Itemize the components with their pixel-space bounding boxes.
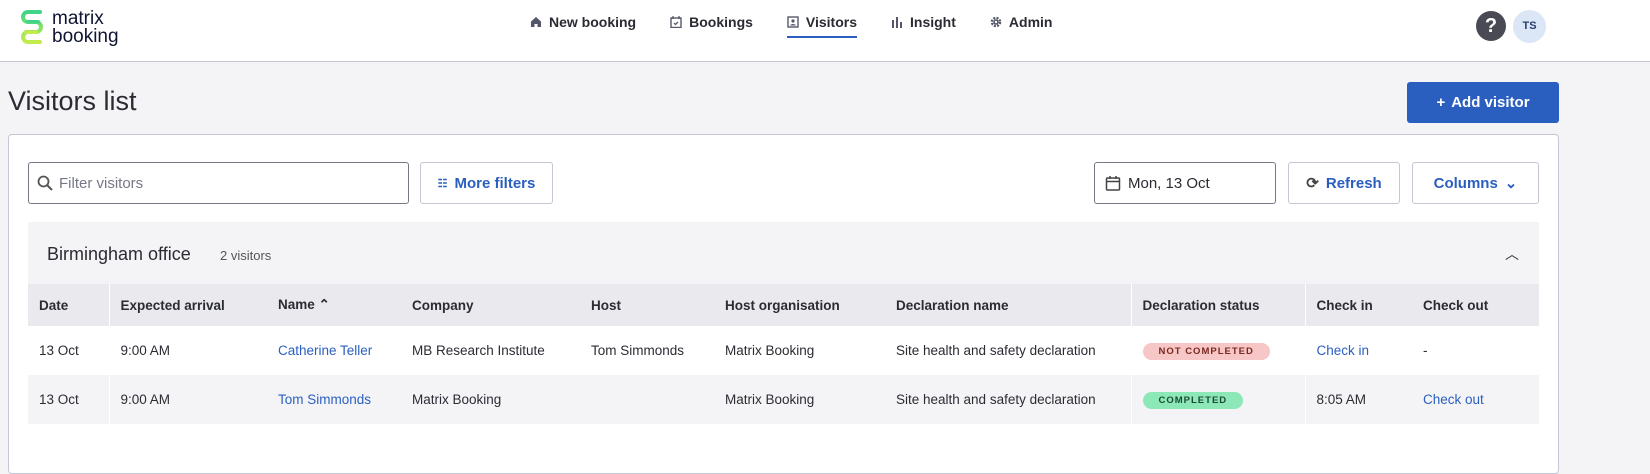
nav-label: New booking: [549, 14, 637, 30]
col-expected-arrival[interactable]: Expected arrival: [108, 284, 267, 326]
table-row: 13 Oct 9:00 AM Tom Simmonds Matrix Booki…: [28, 375, 1539, 424]
sort-ascending-icon: ⌃: [318, 297, 330, 312]
user-avatar[interactable]: TS: [1513, 10, 1546, 43]
date-picker[interactable]: Mon, 13 Oct: [1094, 162, 1276, 204]
cell-check-out: -: [1423, 343, 1428, 358]
cell-date: 13 Oct: [39, 343, 79, 358]
nav-label: Admin: [1008, 14, 1053, 30]
cell-date: 13 Oct: [28, 375, 109, 424]
nav-label: Visitors: [805, 14, 858, 30]
visitors-card: Filter visitors ☷ More filters Mon, 13 Oc…: [8, 134, 1559, 474]
cell-host: [580, 375, 714, 424]
table-header-row: Date Expected arrival Name ⌃ Company Hos…: [28, 284, 1539, 326]
help-button[interactable]: ?: [1476, 11, 1506, 41]
search-placeholder: Filter visitors: [59, 174, 144, 192]
page-title: Visitors list: [8, 86, 137, 116]
home-icon: [531, 17, 541, 27]
cell-declaration: Site health and safety declaration: [885, 375, 1131, 424]
add-visitor-label: Add visitor: [1451, 94, 1530, 111]
bar-chart-icon: [892, 17, 903, 28]
main-nav: New booking Bookings Visitors Insight Ad…: [530, 0, 1086, 62]
col-host-organisation[interactable]: Host organisation: [714, 284, 885, 326]
check-in-link[interactable]: Check in: [1317, 343, 1370, 358]
more-filters-label: More filters: [454, 174, 536, 192]
refresh-label: Refresh: [1325, 174, 1382, 192]
group-count: 2 visitors: [220, 248, 272, 263]
columns-label: Columns: [1433, 174, 1498, 192]
group-header[interactable]: Birmingham office 2 visitors ︿: [28, 222, 1539, 284]
cell-company: Matrix Booking: [401, 375, 580, 424]
more-filters-button[interactable]: ☷ More filters: [420, 162, 553, 204]
columns-button[interactable]: Columns ⌄: [1412, 162, 1539, 204]
col-declaration-name[interactable]: Declaration name: [885, 284, 1131, 326]
filter-visitors-input[interactable]: Filter visitors: [28, 162, 409, 204]
logo[interactable]: matrix booking: [18, 8, 119, 48]
nav-label: Insight: [910, 14, 956, 30]
col-name-label: Name: [278, 297, 315, 312]
nav-label: Bookings: [689, 14, 753, 30]
calendar-check-icon: [670, 16, 682, 28]
nav-bookings[interactable]: Bookings: [670, 0, 753, 44]
filter-sliders-icon: ☷: [437, 177, 448, 190]
refresh-button[interactable]: ⟳ Refresh: [1288, 162, 1400, 204]
add-visitor-button[interactable]: + Add visitor: [1407, 82, 1559, 123]
visitor-name-link[interactable]: Tom Simmonds: [278, 392, 371, 407]
gear-icon: [990, 16, 1002, 28]
nav-admin[interactable]: Admin: [990, 0, 1053, 44]
date-value: Mon, 13 Oct: [1128, 174, 1210, 192]
brand-line2: booking: [52, 26, 119, 47]
nav-new-booking[interactable]: New booking: [530, 0, 636, 44]
calendar-icon: [1105, 176, 1121, 191]
chevron-up-icon[interactable]: ︿: [1505, 244, 1519, 264]
col-name[interactable]: Name ⌃: [267, 284, 401, 326]
col-check-in[interactable]: Check in: [1304, 284, 1412, 326]
cell-host-org: Matrix Booking: [714, 375, 885, 424]
nav-visitors[interactable]: Visitors: [786, 0, 858, 44]
badge-icon: [787, 16, 799, 28]
nav-insight[interactable]: Insight: [891, 0, 956, 44]
group-title: Birmingham office: [47, 244, 191, 264]
top-bar: matrix booking New booking Bookings Visit…: [0, 0, 1650, 62]
refresh-icon: ⟳: [1306, 175, 1319, 192]
col-check-out[interactable]: Check out: [1412, 284, 1539, 326]
check-out-link[interactable]: Check out: [1423, 392, 1484, 407]
status-badge: NOT COMPLETED: [1142, 342, 1270, 360]
cell-check-in: 8:05 AM: [1304, 375, 1412, 424]
cell-declaration: Site health and safety declaration: [896, 343, 1096, 358]
visitor-name-link[interactable]: Catherine Teller: [278, 343, 372, 358]
cell-arrival: 9:00 AM: [108, 326, 267, 375]
visitors-table: Date Expected arrival Name ⌃ Company Hos…: [28, 284, 1539, 424]
col-host[interactable]: Host: [580, 284, 714, 326]
plus-icon: +: [1436, 94, 1446, 111]
cell-company: MB Research Institute: [412, 343, 545, 358]
col-declaration-status[interactable]: Declaration status: [1130, 284, 1305, 326]
cell-host: Tom Simmonds: [591, 343, 685, 358]
cell-arrival: 9:00 AM: [108, 375, 267, 424]
col-company[interactable]: Company: [401, 284, 580, 326]
status-badge: COMPLETED: [1142, 391, 1244, 409]
search-icon: [37, 175, 53, 191]
matrix-logo-icon: [21, 10, 43, 44]
cell-host-org: Matrix Booking: [725, 343, 815, 358]
chevron-down-icon: ⌄: [1504, 175, 1518, 192]
col-date[interactable]: Date: [28, 284, 109, 326]
table-row: 13 Oct 9:00 AM Catherine Teller MB Resea…: [28, 326, 1539, 375]
